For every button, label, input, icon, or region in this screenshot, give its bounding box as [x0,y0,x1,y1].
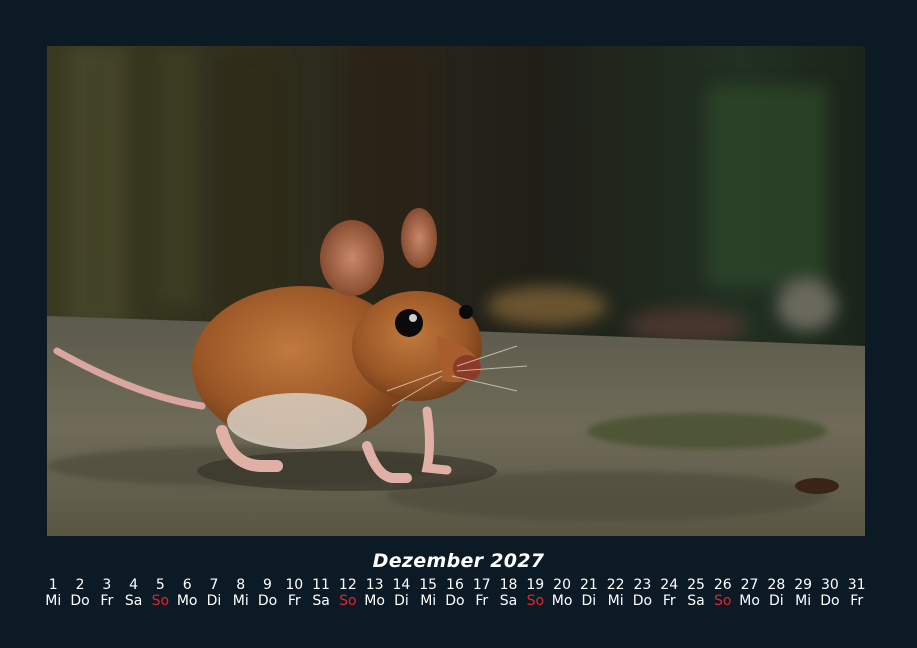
weekday-label: Mi [420,593,437,609]
weekday-label: Di [206,593,222,609]
day-number: 4 [129,577,139,593]
day-strip: 1 Mi 2 Do 3 Fr 4 Sa 5 So 6 Mo 7 Di 8 Mi 9 Do 10 Fr 11 Sa 12 So 1… [40,577,870,609]
month-title: Dezember 2027 [372,550,545,572]
weekday-label: So [151,593,170,609]
weekday-label: Sa [312,593,330,609]
weekday-label: Mi [795,593,812,609]
weekday-label: Fr [287,593,301,609]
day-cell: 22 Mi [602,577,629,609]
day-cell: 1 Mi [40,577,67,609]
weekday-label: Mo [364,593,385,609]
day-cell: 16 Do [442,577,469,609]
weekday-label: So [339,593,357,609]
day-number: 8 [236,577,246,593]
day-cell: 17 Fr [469,577,496,609]
day-cell: 24 Fr [656,577,683,609]
day-cell: 12 So [335,577,362,609]
day-number: 30 [820,577,839,593]
day-number: 1 [48,577,58,593]
day-cell: 18 Sa [495,577,522,609]
day-cell: 19 So [522,577,549,609]
day-cell: 8 Mi [227,577,254,609]
day-cell: 14 Di [388,577,415,609]
day-cell: 13 Mo [361,577,388,609]
day-cell: 3 Fr [94,577,121,609]
day-number: 25 [687,577,705,593]
day-cell: 30 Do [817,577,844,609]
day-cell: 25 Sa [683,577,710,609]
day-cell: 21 Di [576,577,603,609]
day-number: 31 [847,577,866,593]
weekday-label: Do [445,593,465,609]
weekday-label: Mi [232,593,249,609]
day-number: 24 [660,577,679,593]
day-number: 7 [209,577,219,593]
day-number: 23 [633,577,652,593]
day-number: 14 [392,577,411,593]
weekday-label: Di [769,593,784,609]
day-number: 11 [312,577,330,593]
day-number: 20 [553,577,571,593]
day-cell: 31 Fr [843,577,870,609]
weekday-label: Do [70,593,90,609]
day-number: 12 [338,577,357,593]
day-cell: 5 So [147,577,174,609]
day-number: 5 [155,577,165,593]
day-number: 16 [446,577,464,593]
day-cell: 2 Do [67,577,94,609]
weekday-label: Sa [687,593,705,609]
day-number: 22 [606,577,625,593]
day-cell: 28 Di [763,577,790,609]
day-cell: 7 Di [201,577,228,609]
day-cell: 6 Mo [174,577,201,609]
day-number: 28 [767,577,786,593]
weekday-label: So [526,593,545,609]
day-number: 3 [102,577,112,593]
calendar-page: Dezember 2027 1 Mi 2 Do 3 Fr 4 Sa 5 So 6 Mo 7 Di 8 Mi 9 D… [0,0,917,648]
day-cell: 23 Do [629,577,656,609]
weekday-label: Mo [176,593,198,609]
day-number: 9 [263,577,272,593]
day-number: 29 [794,577,813,593]
weekday-label: Mi [607,593,624,609]
day-number: 2 [75,577,85,593]
weekday-label: So [714,593,732,609]
weekday-label: Fr [850,593,864,609]
day-cell: 27 Mo [736,577,763,609]
day-number: 13 [365,577,384,593]
day-number: 6 [182,577,192,593]
weekday-label: Fr [475,593,489,609]
day-cell: 26 So [710,577,737,609]
weekday-label: Do [632,593,653,609]
day-number: 17 [472,577,491,593]
day-number: 27 [740,577,759,593]
day-cell: 20 Mo [549,577,576,609]
day-number: 21 [579,577,598,593]
weekday-label: Fr [100,593,114,609]
day-cell: 10 Fr [281,577,308,609]
day-cell: 4 Sa [120,577,147,609]
weekday-label: Mi [45,593,62,609]
weekday-label: Sa [124,593,143,609]
day-cell: 29 Mi [790,577,817,609]
weekday-label: Do [820,593,840,609]
day-number: 19 [526,577,545,593]
day-cell: 15 Mi [415,577,442,609]
day-number: 15 [419,577,438,593]
day-number: 26 [713,577,732,593]
day-cell: 11 Sa [308,577,335,609]
mouse-photo [47,46,865,536]
weekday-label: Sa [499,593,518,609]
weekday-label: Mo [551,593,573,609]
weekday-label: Do [257,593,278,609]
day-cell: 9 Do [254,577,281,609]
weekday-label: Di [394,593,409,609]
weekday-label: Mo [739,593,760,609]
day-number: 18 [499,577,518,593]
weekday-label: Di [581,593,597,609]
weekday-label: Fr [662,593,676,609]
day-number: 10 [285,577,304,593]
